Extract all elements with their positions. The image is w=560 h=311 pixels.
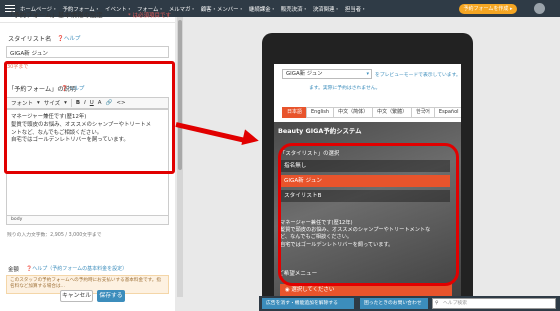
nav-item-payment[interactable]: 決済関連・ <box>313 5 340 13</box>
help-link-price[interactable]: ❓ヘルプ（予約フォームの基本料金を設定） <box>26 265 127 272</box>
system-title: Beauty GIGA予約システム <box>278 127 362 135</box>
nav-item-sales[interactable]: 販売決済・ <box>281 5 308 13</box>
stylist-select-value: GIGA新 ジュン <box>286 71 323 77</box>
nav-item-mailmag[interactable]: メルマガ・ <box>169 5 196 13</box>
char-count: 残りの入力文字数：2,905 / 3,000文字まで <box>7 233 102 238</box>
language-tabs: 日本語 English 中文（简体） 中文（繁體） 한국어 Español <box>282 107 461 118</box>
tab-korean[interactable]: 한국어 <box>411 107 435 118</box>
stylist-name-input[interactable]: GIGA新 ジュン <box>6 46 169 58</box>
stylist-select[interactable]: GIGA新 ジュン ▾ <box>282 69 372 79</box>
divider <box>0 22 175 23</box>
save-button[interactable]: 保存する <box>97 290 125 302</box>
chevron-down-icon: ▾ <box>366 71 369 77</box>
create-form-button[interactable]: 予約フォームを作成 ▸ <box>459 4 517 14</box>
scrollbar-thumb[interactable] <box>178 20 182 170</box>
tab-chinese-simplified[interactable]: 中文（简体） <box>333 107 374 118</box>
help-link-name[interactable]: ❓ヘルプ <box>57 34 80 42</box>
required-note: * は必須項目です <box>128 13 171 19</box>
help-search-placeholder: ヘルプ検索 <box>443 301 467 306</box>
nav-item-staff[interactable]: 担当者・ <box>345 5 367 13</box>
cancel-button[interactable]: キャンセル <box>60 290 93 302</box>
nav-item-customers[interactable]: 顧客・メンバー・ <box>201 5 244 13</box>
panel-title: 「予約フォーム」基本情報の設定 <box>7 11 103 19</box>
search-icon: ⚲ <box>435 301 439 306</box>
help-search-input[interactable]: ⚲ ヘルプ検索 <box>432 298 556 309</box>
editor-footer: body <box>6 216 169 225</box>
contact-support-button[interactable]: 困ったときのお問い合わせ <box>360 298 428 309</box>
tab-japanese[interactable]: 日本語 <box>282 107 308 118</box>
highlight-box-editor <box>4 61 175 174</box>
price-label: 金額 <box>8 267 19 273</box>
arrow-shaft <box>175 122 247 144</box>
arrow-head <box>241 129 261 149</box>
tab-spanish[interactable]: Español <box>433 107 461 118</box>
stylist-name-label: スタイリスト名 <box>8 36 52 43</box>
tab-english[interactable]: English <box>306 107 335 118</box>
preview-note: ます。実際に予約はされません。 <box>309 86 381 91</box>
highlight-box-preview <box>278 143 459 286</box>
remove-ads-button[interactable]: 広告を消す・機能追加を解除する <box>262 298 354 309</box>
nav-item-subscription[interactable]: 継続課金・ <box>249 5 276 13</box>
avatar[interactable] <box>534 3 545 14</box>
tab-chinese-traditional[interactable]: 中文（繁體） <box>372 107 413 118</box>
preview-mode-link[interactable]: をプレビューモードで表示しています。 <box>375 71 461 78</box>
